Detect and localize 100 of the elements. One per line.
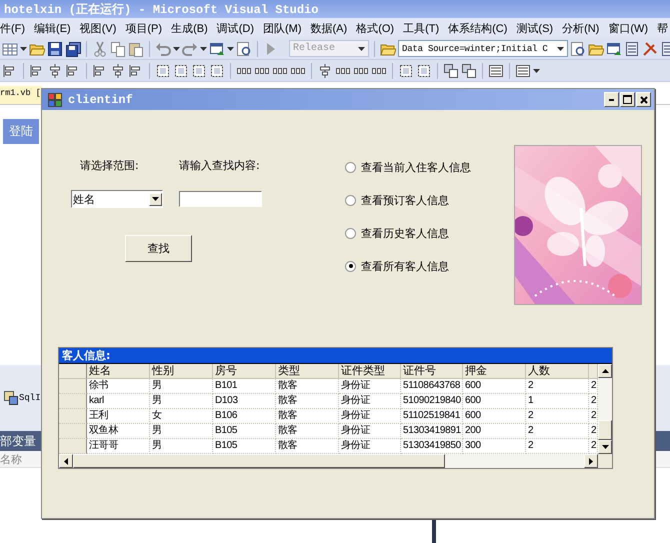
- menu-item[interactable]: 视图(V): [80, 20, 116, 36]
- scroll-up-button[interactable]: [598, 364, 612, 378]
- down-arrow-icon: [602, 445, 608, 449]
- menu-item[interactable]: 分析(N): [562, 20, 600, 36]
- resize-icon[interactable]: [398, 62, 414, 78]
- scroll-left-button[interactable]: [59, 454, 73, 468]
- table-cell: 2: [589, 394, 598, 409]
- resize-icon[interactable]: [155, 62, 171, 78]
- radio-button[interactable]: [345, 194, 356, 206]
- table-cell: 徐书: [87, 379, 150, 394]
- table-cell: 1: [526, 394, 589, 409]
- dropdown-arrow-icon[interactable]: [200, 46, 207, 50]
- menu-item[interactable]: 生成(B): [171, 20, 208, 36]
- table-cell: 王利: [87, 409, 150, 424]
- menu-item[interactable]: 测试(S): [516, 20, 554, 36]
- resize-icon[interactable]: [209, 62, 225, 78]
- search-button[interactable]: 查找: [125, 235, 192, 262]
- menu-item[interactable]: 编辑(E): [34, 20, 71, 36]
- column-header[interactable]: 姓名: [87, 364, 150, 379]
- overflow-arrow-icon[interactable]: [533, 68, 540, 72]
- menu-item[interactable]: 体系结构(C): [448, 20, 508, 36]
- vertical-scrollbar[interactable]: [598, 364, 612, 454]
- column-header[interactable]: 人数: [526, 364, 589, 379]
- cut-icon[interactable]: [92, 40, 108, 56]
- scroll-right-button[interactable]: [584, 454, 598, 468]
- table-cell: 51108643768: [401, 379, 463, 394]
- maximize-button[interactable]: [620, 92, 635, 107]
- document-tab[interactable]: rm1.vb [: [0, 86, 42, 104]
- menu-item[interactable]: 格式(O): [356, 20, 394, 36]
- scroll-thumb[interactable]: [73, 454, 445, 468]
- radio-button[interactable]: [345, 228, 356, 238]
- column-header[interactable]: 类型: [276, 364, 339, 379]
- resize-icon[interactable]: [173, 62, 189, 78]
- paste-icon[interactable]: [128, 40, 144, 56]
- center-icon[interactable]: [47, 62, 63, 78]
- row-header[interactable]: [59, 424, 87, 439]
- option-label[interactable]: 查看当前入住客人信息: [361, 160, 471, 174]
- layers-icon[interactable]: [443, 62, 459, 78]
- grid-icon[interactable]: [2, 40, 18, 56]
- window-icon[interactable]: [606, 40, 622, 56]
- option-label[interactable]: 查看历史客人信息: [361, 226, 449, 240]
- copy-icon[interactable]: [110, 40, 126, 56]
- grid-caption: 客人信息:: [59, 348, 612, 364]
- menu-item[interactable]: 窗口(W): [608, 20, 648, 36]
- menu-item[interactable]: 数据(A): [310, 20, 348, 36]
- column-header[interactable]: 押金: [463, 364, 526, 379]
- resize-icon[interactable]: [191, 62, 207, 78]
- table-cell: 600: [463, 409, 526, 424]
- search-field[interactable]: [179, 191, 262, 207]
- table-cell: D103: [213, 394, 276, 409]
- connection-dropdown[interactable]: Data Source=winter;Initial C: [398, 40, 568, 57]
- save-icon[interactable]: [47, 40, 63, 56]
- menu-item[interactable]: 帮: [657, 20, 668, 36]
- radio-button[interactable]: [345, 162, 356, 172]
- scroll-thumb[interactable]: [598, 420, 612, 440]
- center-icon[interactable]: [110, 62, 126, 78]
- dropdown-arrow-icon[interactable]: [173, 46, 180, 50]
- list-icon[interactable]: [488, 62, 504, 78]
- resize-icon[interactable]: [416, 62, 432, 78]
- table-cell: 51102519841: [401, 409, 463, 424]
- dropdown-arrow-icon[interactable]: [557, 46, 564, 50]
- dropdown-arrow-icon[interactable]: [227, 46, 234, 50]
- table-cell: karl: [87, 394, 150, 409]
- row-header[interactable]: [59, 394, 87, 409]
- component-label[interactable]: SqlI: [19, 393, 41, 403]
- menu-item[interactable]: 件(F): [0, 20, 26, 36]
- table-cell: 身份证: [339, 424, 401, 439]
- column-header[interactable]: 证件号: [401, 364, 463, 379]
- row-header[interactable]: [59, 409, 87, 424]
- table-cell: 2: [589, 379, 598, 394]
- option-label[interactable]: 查看所有客人信息: [361, 258, 449, 274]
- list-icon[interactable]: [515, 62, 531, 78]
- range-dropdown[interactable]: 姓名: [71, 190, 163, 208]
- find-icon[interactable]: [570, 40, 586, 56]
- app-icon: [48, 92, 62, 106]
- scroll-down-button[interactable]: [598, 440, 612, 454]
- column-header[interactable]: 证件类型: [339, 364, 401, 379]
- menu-item[interactable]: 调试(D): [216, 20, 254, 36]
- option-label[interactable]: 查看预订客人信息: [361, 192, 449, 208]
- menu-item[interactable]: 团队(M): [263, 20, 302, 36]
- layers-icon[interactable]: [461, 62, 477, 78]
- table-cell: 身份证: [339, 394, 401, 409]
- menu-item[interactable]: 项目(P): [125, 20, 162, 36]
- column-header[interactable]: 房号: [213, 364, 276, 379]
- range-label: 请选择范围:: [80, 158, 140, 173]
- horizontal-scrollbar[interactable]: [59, 454, 598, 468]
- table-cell: 男: [150, 424, 213, 439]
- table-cell: 散客: [276, 394, 339, 409]
- radio-button[interactable]: [345, 260, 356, 272]
- save-all-icon[interactable]: [65, 40, 81, 56]
- close-button[interactable]: [636, 92, 651, 107]
- window-icon[interactable]: [209, 40, 225, 56]
- minimize-button[interactable]: [604, 92, 619, 107]
- menu-item[interactable]: 工具(T): [403, 20, 440, 36]
- column-header[interactable]: 性别: [150, 364, 213, 379]
- dropdown-arrow-icon[interactable]: [20, 46, 27, 50]
- center-icon[interactable]: [317, 62, 333, 78]
- dropdown-button[interactable]: [149, 192, 162, 206]
- find-icon[interactable]: [236, 40, 252, 56]
- row-header[interactable]: [59, 379, 87, 394]
